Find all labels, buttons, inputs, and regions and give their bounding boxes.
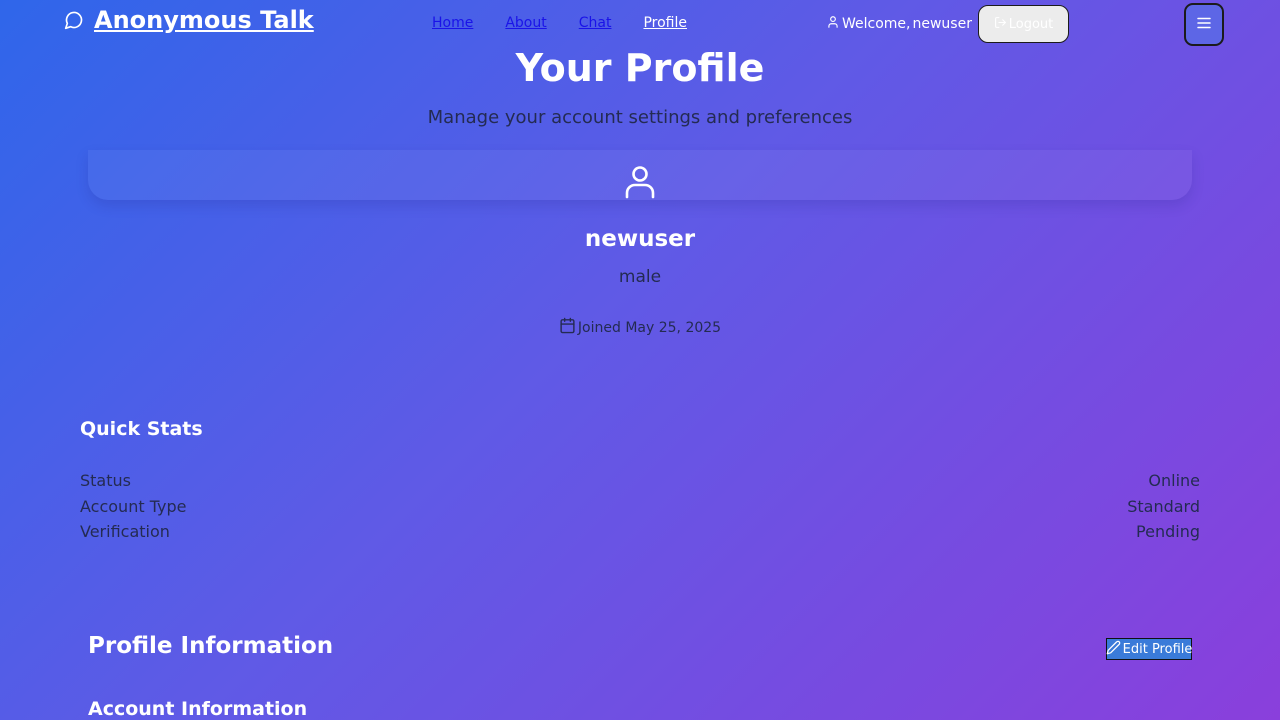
stat-label: Account Type xyxy=(80,497,187,516)
stat-row-account-type: Account Type Standard xyxy=(80,497,1200,516)
top-nav: Anonymous Talk Home About Chat Profile W… xyxy=(0,0,1280,48)
stat-value: Online xyxy=(1148,471,1200,490)
pencil-icon xyxy=(1106,640,1121,659)
message-circle-icon xyxy=(64,10,84,30)
stat-row-status: Status Online xyxy=(80,471,1200,490)
nav-links: Home About Chat Profile xyxy=(432,15,687,31)
nav-link-chat[interactable]: Chat xyxy=(579,15,612,31)
page-title: Your Profile xyxy=(515,46,765,90)
calendar-icon xyxy=(559,317,576,338)
welcome-username: newuser xyxy=(912,16,972,32)
stat-value: Pending xyxy=(1136,522,1200,541)
log-out-icon xyxy=(994,16,1007,33)
logout-label: Logout xyxy=(1008,16,1054,32)
profile-information-title: Profile Information xyxy=(88,633,334,659)
stat-value: Standard xyxy=(1127,497,1200,516)
stat-label: Verification xyxy=(80,522,170,541)
logout-button[interactable]: Logout xyxy=(978,5,1069,43)
nav-link-profile[interactable]: Profile xyxy=(643,15,687,31)
avatar xyxy=(624,165,656,199)
profile-gender: male xyxy=(618,267,662,287)
brand[interactable]: Anonymous Talk xyxy=(64,6,314,34)
profile-username: newuser xyxy=(584,226,696,252)
page-subtitle: Manage your account settings and prefere… xyxy=(427,107,853,128)
quick-stats-title: Quick Stats xyxy=(80,418,203,440)
joined-date: Joined May 25, 2025 xyxy=(0,317,1280,338)
stat-row-verification: Verification Pending xyxy=(80,522,1200,541)
joined-label: Joined May 25, 2025 xyxy=(577,319,722,336)
welcome-message: Welcome, newuser xyxy=(826,15,972,33)
nav-link-about[interactable]: About xyxy=(505,15,546,31)
menu-button[interactable] xyxy=(1184,3,1224,46)
edit-profile-label: Edit Profile xyxy=(1122,641,1193,657)
stat-label: Status xyxy=(80,471,131,490)
edit-profile-button[interactable]: Edit Profile xyxy=(1106,638,1192,660)
menu-icon xyxy=(1195,14,1213,36)
brand-name[interactable]: Anonymous Talk xyxy=(94,6,314,34)
user-icon xyxy=(624,166,656,203)
account-information-title: Account Information xyxy=(88,698,308,720)
welcome-prefix: Welcome, xyxy=(842,16,911,32)
nav-link-home[interactable]: Home xyxy=(432,15,473,31)
user-icon xyxy=(826,15,840,33)
